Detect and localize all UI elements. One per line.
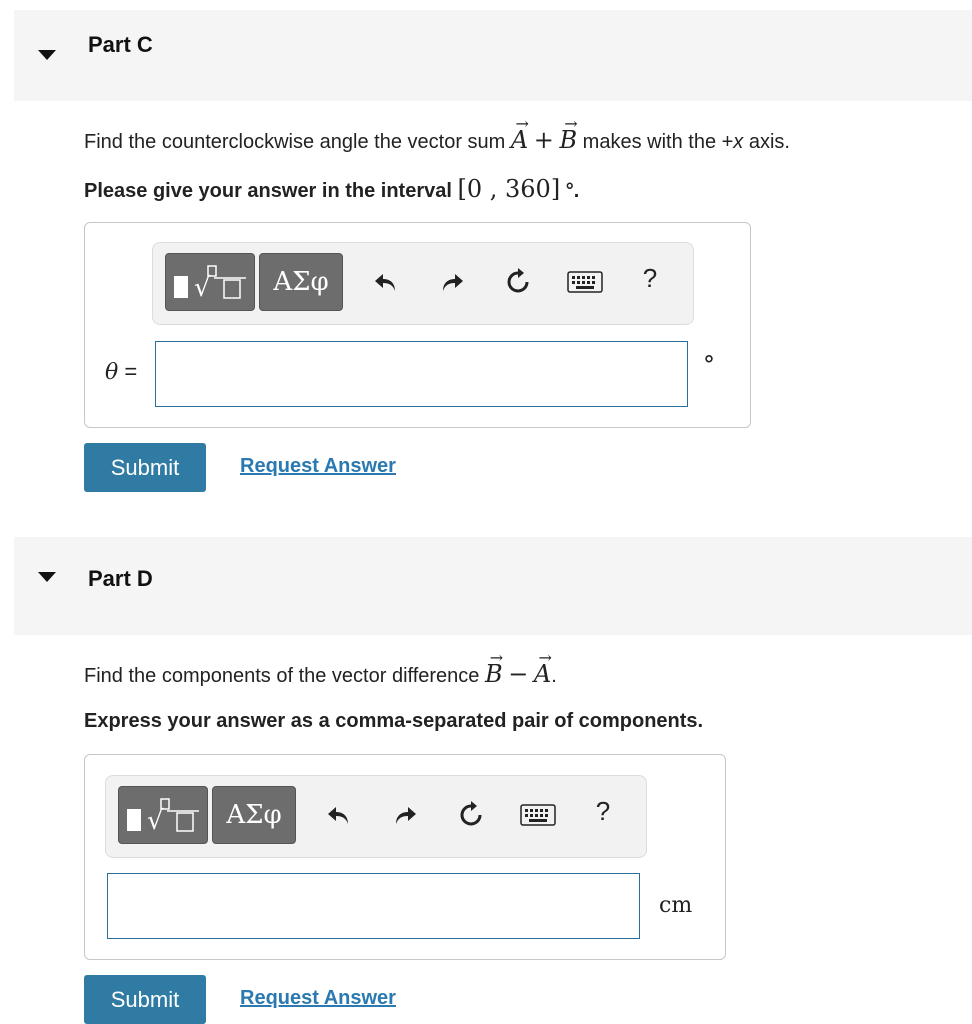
part-c-submit-button[interactable]: Submit <box>84 443 206 492</box>
template-button[interactable]: √ <box>165 253 255 311</box>
degree-unit: ° <box>703 351 715 379</box>
math-toolbar: √ ΑΣφ ? <box>105 775 647 858</box>
expand-triangle-icon[interactable] <box>38 572 56 582</box>
part-d-question: Find the components of the vector differ… <box>84 660 557 688</box>
symbols-button[interactable]: ΑΣφ <box>259 253 343 311</box>
vector-b: B <box>559 126 577 154</box>
part-d-request-answer-link[interactable]: Request Answer <box>240 987 396 1010</box>
part-c-instruction: Please give your answer in the interval … <box>84 175 580 203</box>
vector-b: B <box>485 660 503 688</box>
template-button[interactable]: √ <box>118 786 208 844</box>
cm-unit: cm <box>659 893 693 918</box>
help-icon[interactable]: ? <box>635 263 665 293</box>
template-icon: √ <box>174 265 246 302</box>
angle-input[interactable] <box>155 341 688 407</box>
part-c-title: Part C <box>88 32 153 57</box>
svg-text:√: √ <box>194 273 211 302</box>
components-input[interactable] <box>107 873 640 939</box>
redo-icon[interactable] <box>390 802 420 828</box>
reset-icon[interactable] <box>456 801 486 828</box>
part-d-answer-box: √ ΑΣφ ? cm <box>84 754 726 960</box>
keyboard-icon[interactable] <box>567 269 603 295</box>
theta-label: θ = <box>105 359 138 385</box>
undo-icon[interactable] <box>324 802 354 828</box>
part-d-instruction: Express your answer as a comma-separated… <box>84 710 704 732</box>
help-icon[interactable]: ? <box>588 796 618 826</box>
vector-a: A <box>534 660 551 688</box>
template-icon: √ <box>127 798 199 835</box>
math-toolbar: √ ΑΣφ ? <box>152 242 694 325</box>
part-c-question: Find the counterclockwise angle the vect… <box>84 126 790 154</box>
undo-icon[interactable] <box>371 269 401 295</box>
part-c-header[interactable]: Part C <box>14 10 972 101</box>
part-d-submit-button[interactable]: Submit <box>84 975 206 1024</box>
part-d-header[interactable]: Part D <box>14 537 972 635</box>
vector-a: A <box>511 126 528 154</box>
svg-text:√: √ <box>147 806 164 835</box>
symbols-button[interactable]: ΑΣφ <box>212 786 296 844</box>
redo-icon[interactable] <box>437 269 467 295</box>
keyboard-icon[interactable] <box>520 802 556 828</box>
part-c-request-answer-link[interactable]: Request Answer <box>240 455 396 478</box>
part-c-answer-box: √ ΑΣφ ? θ = ° <box>84 222 751 428</box>
part-d-title: Part D <box>88 566 153 591</box>
expand-triangle-icon[interactable] <box>38 50 56 60</box>
reset-icon[interactable] <box>503 268 533 295</box>
